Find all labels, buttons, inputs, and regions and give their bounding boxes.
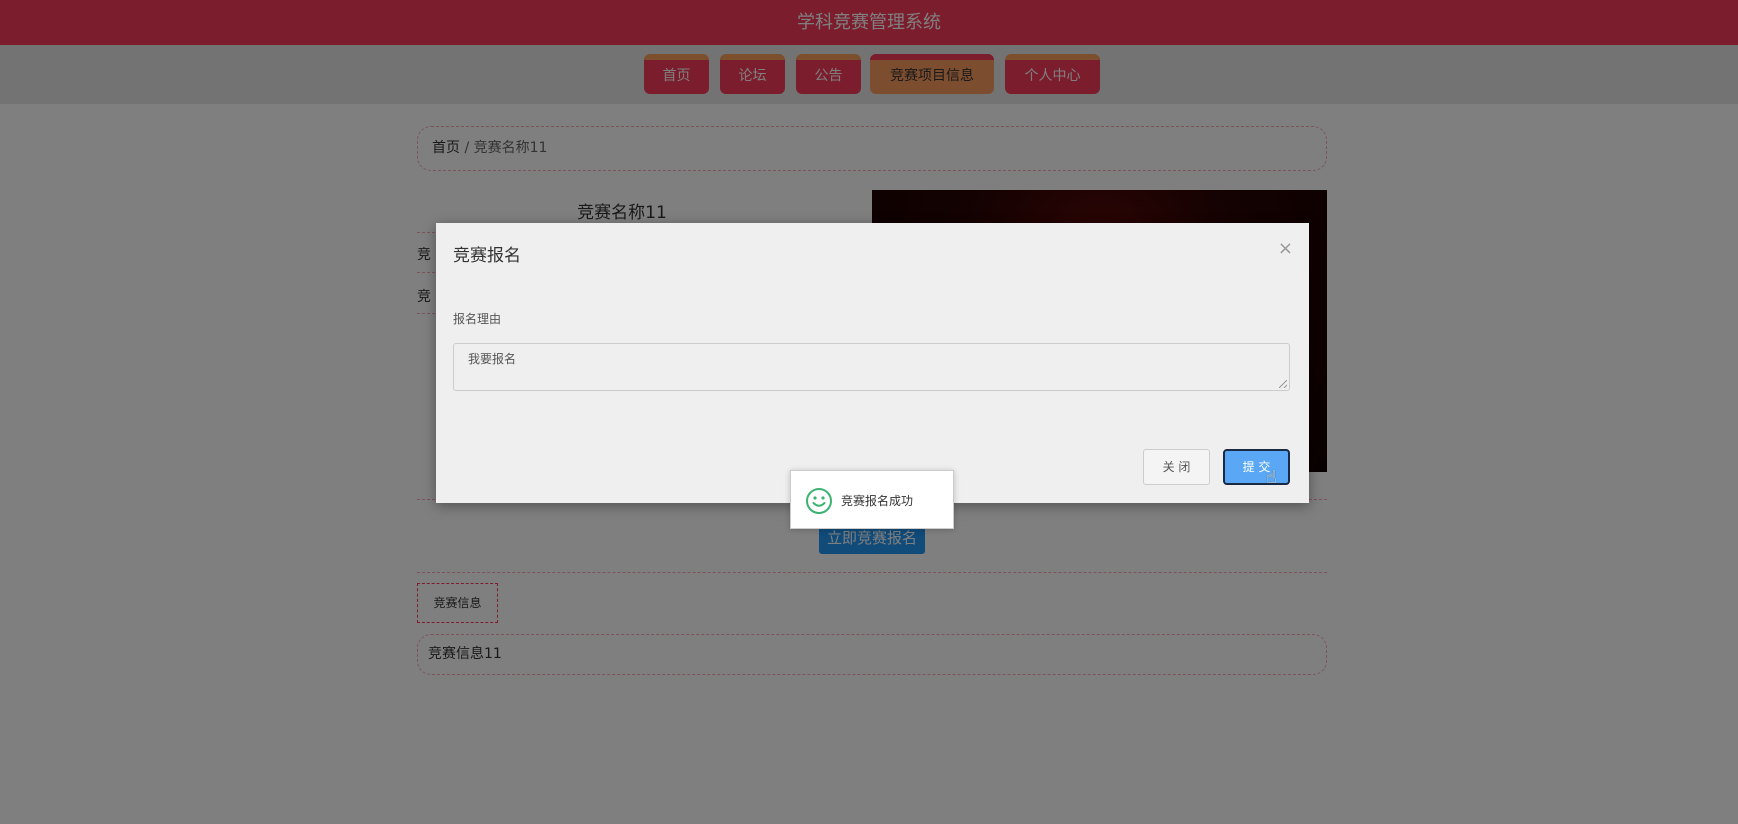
close-button[interactable]: 关 闭 (1143, 449, 1210, 485)
submit-button[interactable]: 提 交 (1223, 449, 1290, 485)
enroll-dialog: 竞赛报名 × 报名理由 我要报名 关 闭 提 交 ☝ (436, 223, 1309, 503)
toast-message: 竞赛报名成功 (841, 494, 914, 508)
reason-textarea[interactable]: 我要报名 (453, 343, 1290, 391)
pointer-cursor-icon: ☝ (1266, 467, 1277, 488)
close-icon[interactable]: × (1278, 238, 1293, 259)
reason-value: 我要报名 (468, 352, 517, 366)
resize-handle-icon[interactable] (1279, 380, 1287, 388)
smile-icon (806, 488, 832, 514)
success-toast: 竞赛报名成功 (790, 470, 954, 529)
reason-label: 报名理由 (453, 312, 502, 326)
dialog-title: 竞赛报名 (453, 246, 521, 266)
